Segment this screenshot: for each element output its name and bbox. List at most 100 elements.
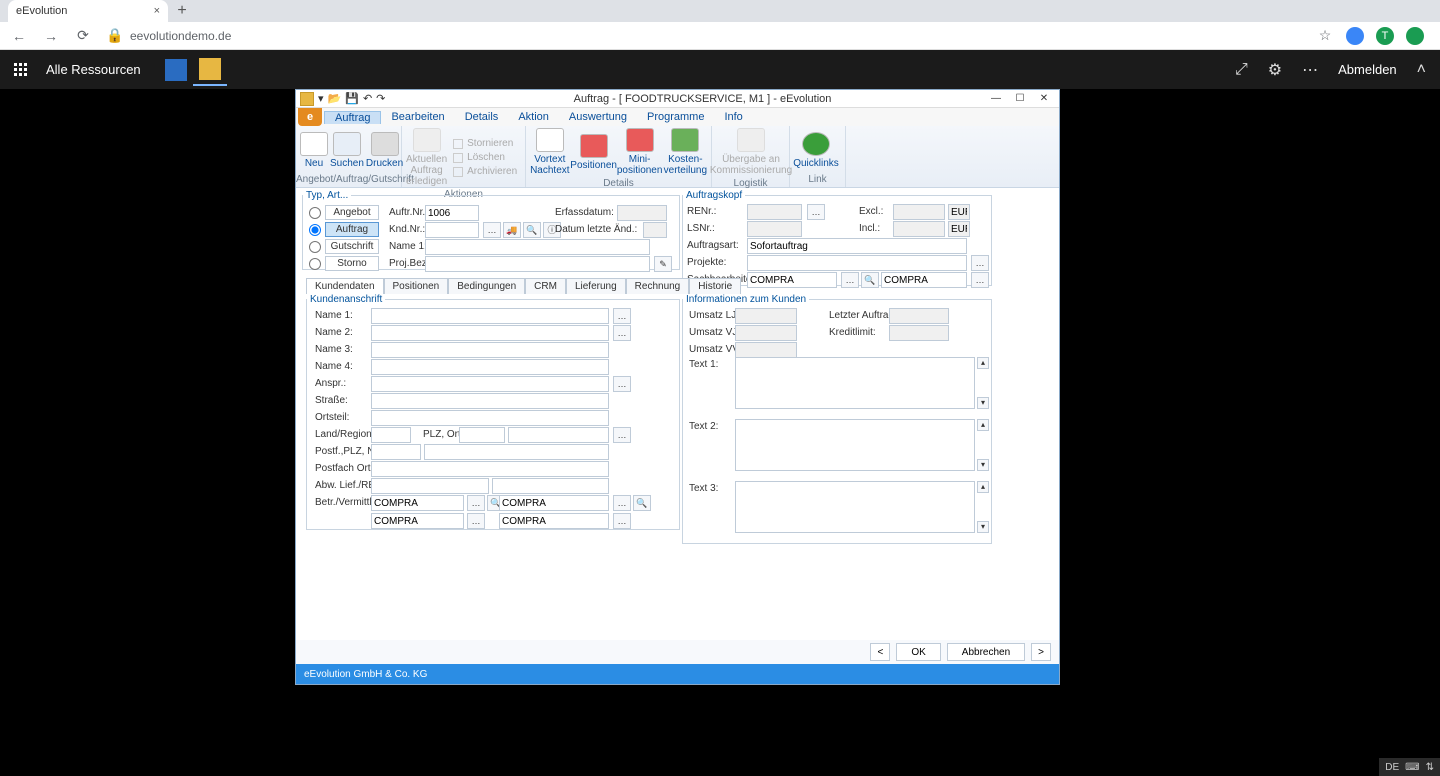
ka-name2-input[interactable]: [371, 325, 609, 341]
ribbon-btn-neu[interactable]: Neu: [300, 132, 328, 169]
extension-icon-2[interactable]: [1406, 27, 1424, 45]
ka-betr4-lookup[interactable]: …: [613, 513, 631, 529]
auftragsart-select[interactable]: [747, 238, 967, 254]
radio-storno[interactable]: Storno: [309, 256, 379, 271]
ka-name1-input[interactable]: [371, 308, 609, 324]
ka-betr2-binoculars-icon[interactable]: 🔍: [633, 495, 651, 511]
ka-postfplz-input[interactable]: [371, 444, 421, 460]
fullscreen-icon[interactable]: ⤢: [1235, 61, 1248, 79]
projbez-edit-icon[interactable]: ✎: [654, 256, 672, 272]
ribbon-btn-vortext[interactable]: Vortext Nachtext: [530, 128, 570, 176]
ok-button[interactable]: OK: [896, 643, 940, 661]
language-tray[interactable]: DE ⌨ ⇅: [1379, 758, 1440, 776]
sachbearbeiter2-input[interactable]: [881, 272, 967, 288]
ik-text1-area[interactable]: [735, 357, 975, 409]
back-icon[interactable]: ←: [10, 28, 28, 44]
ka-abwre-input[interactable]: [492, 478, 609, 494]
url-text[interactable]: eevolutiondemo.de: [130, 29, 231, 43]
qat-open-icon[interactable]: 📂: [328, 92, 342, 105]
knd-truck-icon[interactable]: 🚚: [503, 222, 521, 238]
tray-updown-icon[interactable]: ⇅: [1426, 762, 1434, 773]
ka-abwlief-input[interactable]: [371, 478, 489, 494]
ka-betr2-lookup[interactable]: …: [613, 495, 631, 511]
gear-icon[interactable]: ⚙: [1268, 60, 1282, 80]
ka-betr1-lookup[interactable]: …: [467, 495, 485, 511]
knd-binoculars-icon[interactable]: 🔍: [523, 222, 541, 238]
radio-auftrag[interactable]: Auftrag: [309, 222, 379, 237]
ik-text3-area[interactable]: [735, 481, 975, 533]
ribbon-btn-suchen[interactable]: Suchen: [330, 132, 364, 169]
maximize-button[interactable]: ☐: [1009, 92, 1031, 106]
all-resources-label[interactable]: Alle Ressourcen: [46, 62, 141, 77]
taskbar-app-1[interactable]: [159, 53, 193, 86]
qat-redo-icon[interactable]: ↷: [376, 92, 385, 105]
qat-undo-icon[interactable]: ↶: [363, 92, 372, 105]
keyboard-icon[interactable]: ⌨: [1405, 762, 1419, 773]
ka-land-input[interactable]: [371, 427, 411, 443]
projekte-lookup-button[interactable]: …: [971, 255, 989, 271]
text1-down-icon[interactable]: ▾: [977, 397, 989, 409]
ka-ort-input[interactable]: [508, 427, 609, 443]
ka-anspr-lookup[interactable]: …: [613, 376, 631, 392]
ribbon-btn-kosten[interactable]: Kosten-verteilung: [664, 128, 707, 176]
text3-up-icon[interactable]: ▴: [977, 481, 989, 493]
ka-ort-lookup[interactable]: …: [613, 427, 631, 443]
ka-betr3-input[interactable]: [371, 513, 464, 529]
taskbar-app-active[interactable]: [193, 53, 227, 86]
apps-grid-icon[interactable]: [14, 63, 28, 77]
sach-lookup-button[interactable]: …: [841, 272, 859, 288]
ik-text2-area[interactable]: [735, 419, 975, 471]
close-button[interactable]: ✕: [1033, 92, 1055, 106]
chevron-up-icon[interactable]: ˄: [1417, 61, 1426, 79]
ka-betr4-input[interactable]: [499, 513, 609, 529]
text2-down-icon[interactable]: ▾: [977, 459, 989, 471]
ka-name4-input[interactable]: [371, 359, 609, 375]
ka-name3-input[interactable]: [371, 342, 609, 358]
minimize-button[interactable]: —: [985, 92, 1007, 106]
radio-gutschrift[interactable]: Gutschrift: [309, 239, 379, 254]
logout-button[interactable]: Abmelden: [1338, 62, 1397, 77]
tab-rechnung[interactable]: Rechnung: [626, 278, 690, 294]
ribbon-tab-programme[interactable]: Programme: [637, 111, 714, 123]
ka-betr3-lookup[interactable]: …: [467, 513, 485, 529]
ka-anspr-input[interactable]: [371, 376, 609, 392]
name1-input[interactable]: [425, 239, 650, 255]
ribbon-btn-quicklinks[interactable]: Quicklinks: [794, 132, 838, 169]
text1-up-icon[interactable]: ▴: [977, 357, 989, 369]
ka-betr2-input[interactable]: [499, 495, 609, 511]
ka-strasse-input[interactable]: [371, 393, 609, 409]
ka-betr1-input[interactable]: [371, 495, 464, 511]
close-tab-icon[interactable]: ×: [154, 5, 160, 17]
more-icon[interactable]: ⋯: [1302, 60, 1318, 80]
ribbon-tab-details[interactable]: Details: [455, 111, 509, 123]
ribbon-tab-info[interactable]: Info: [714, 111, 752, 123]
tab-lieferung[interactable]: Lieferung: [566, 278, 626, 294]
radio-angebot[interactable]: Angebot: [309, 205, 379, 220]
extension-icon[interactable]: [1346, 27, 1364, 45]
ribbon-tab-auftrag[interactable]: Auftrag: [324, 111, 381, 124]
tab-crm[interactable]: CRM: [525, 278, 566, 294]
prev-record-button[interactable]: <: [870, 643, 890, 661]
ka-ortsteil-input[interactable]: [371, 410, 609, 426]
sachbearbeiter-input[interactable]: [747, 272, 837, 288]
tab-kundendaten[interactable]: Kundendaten: [306, 278, 384, 294]
projekte-select[interactable]: [747, 255, 967, 271]
text2-up-icon[interactable]: ▴: [977, 419, 989, 431]
auftr-nr-input[interactable]: [425, 205, 479, 221]
text3-down-icon[interactable]: ▾: [977, 521, 989, 533]
ribbon-tab-auswertung[interactable]: Auswertung: [559, 111, 637, 123]
projbez-input[interactable]: [425, 256, 650, 272]
ka-postfachort-input[interactable]: [371, 461, 609, 477]
tab-historie[interactable]: Historie: [689, 278, 741, 294]
tab-positionen[interactable]: Positionen: [384, 278, 449, 294]
ribbon-btn-minipos[interactable]: Mini-positionen: [618, 128, 662, 176]
browser-tab[interactable]: eEvolution ×: [8, 0, 168, 22]
avatar-icon[interactable]: T: [1376, 27, 1394, 45]
star-icon[interactable]: ☆: [1316, 27, 1334, 44]
ka-name1-lookup[interactable]: …: [613, 308, 631, 324]
sach2-lookup-button[interactable]: …: [971, 272, 989, 288]
ka-plz-input[interactable]: [459, 427, 505, 443]
new-tab-button[interactable]: +: [168, 2, 196, 20]
cancel-button[interactable]: Abbrechen: [947, 643, 1025, 661]
qat-save-icon[interactable]: 💾: [345, 92, 359, 105]
